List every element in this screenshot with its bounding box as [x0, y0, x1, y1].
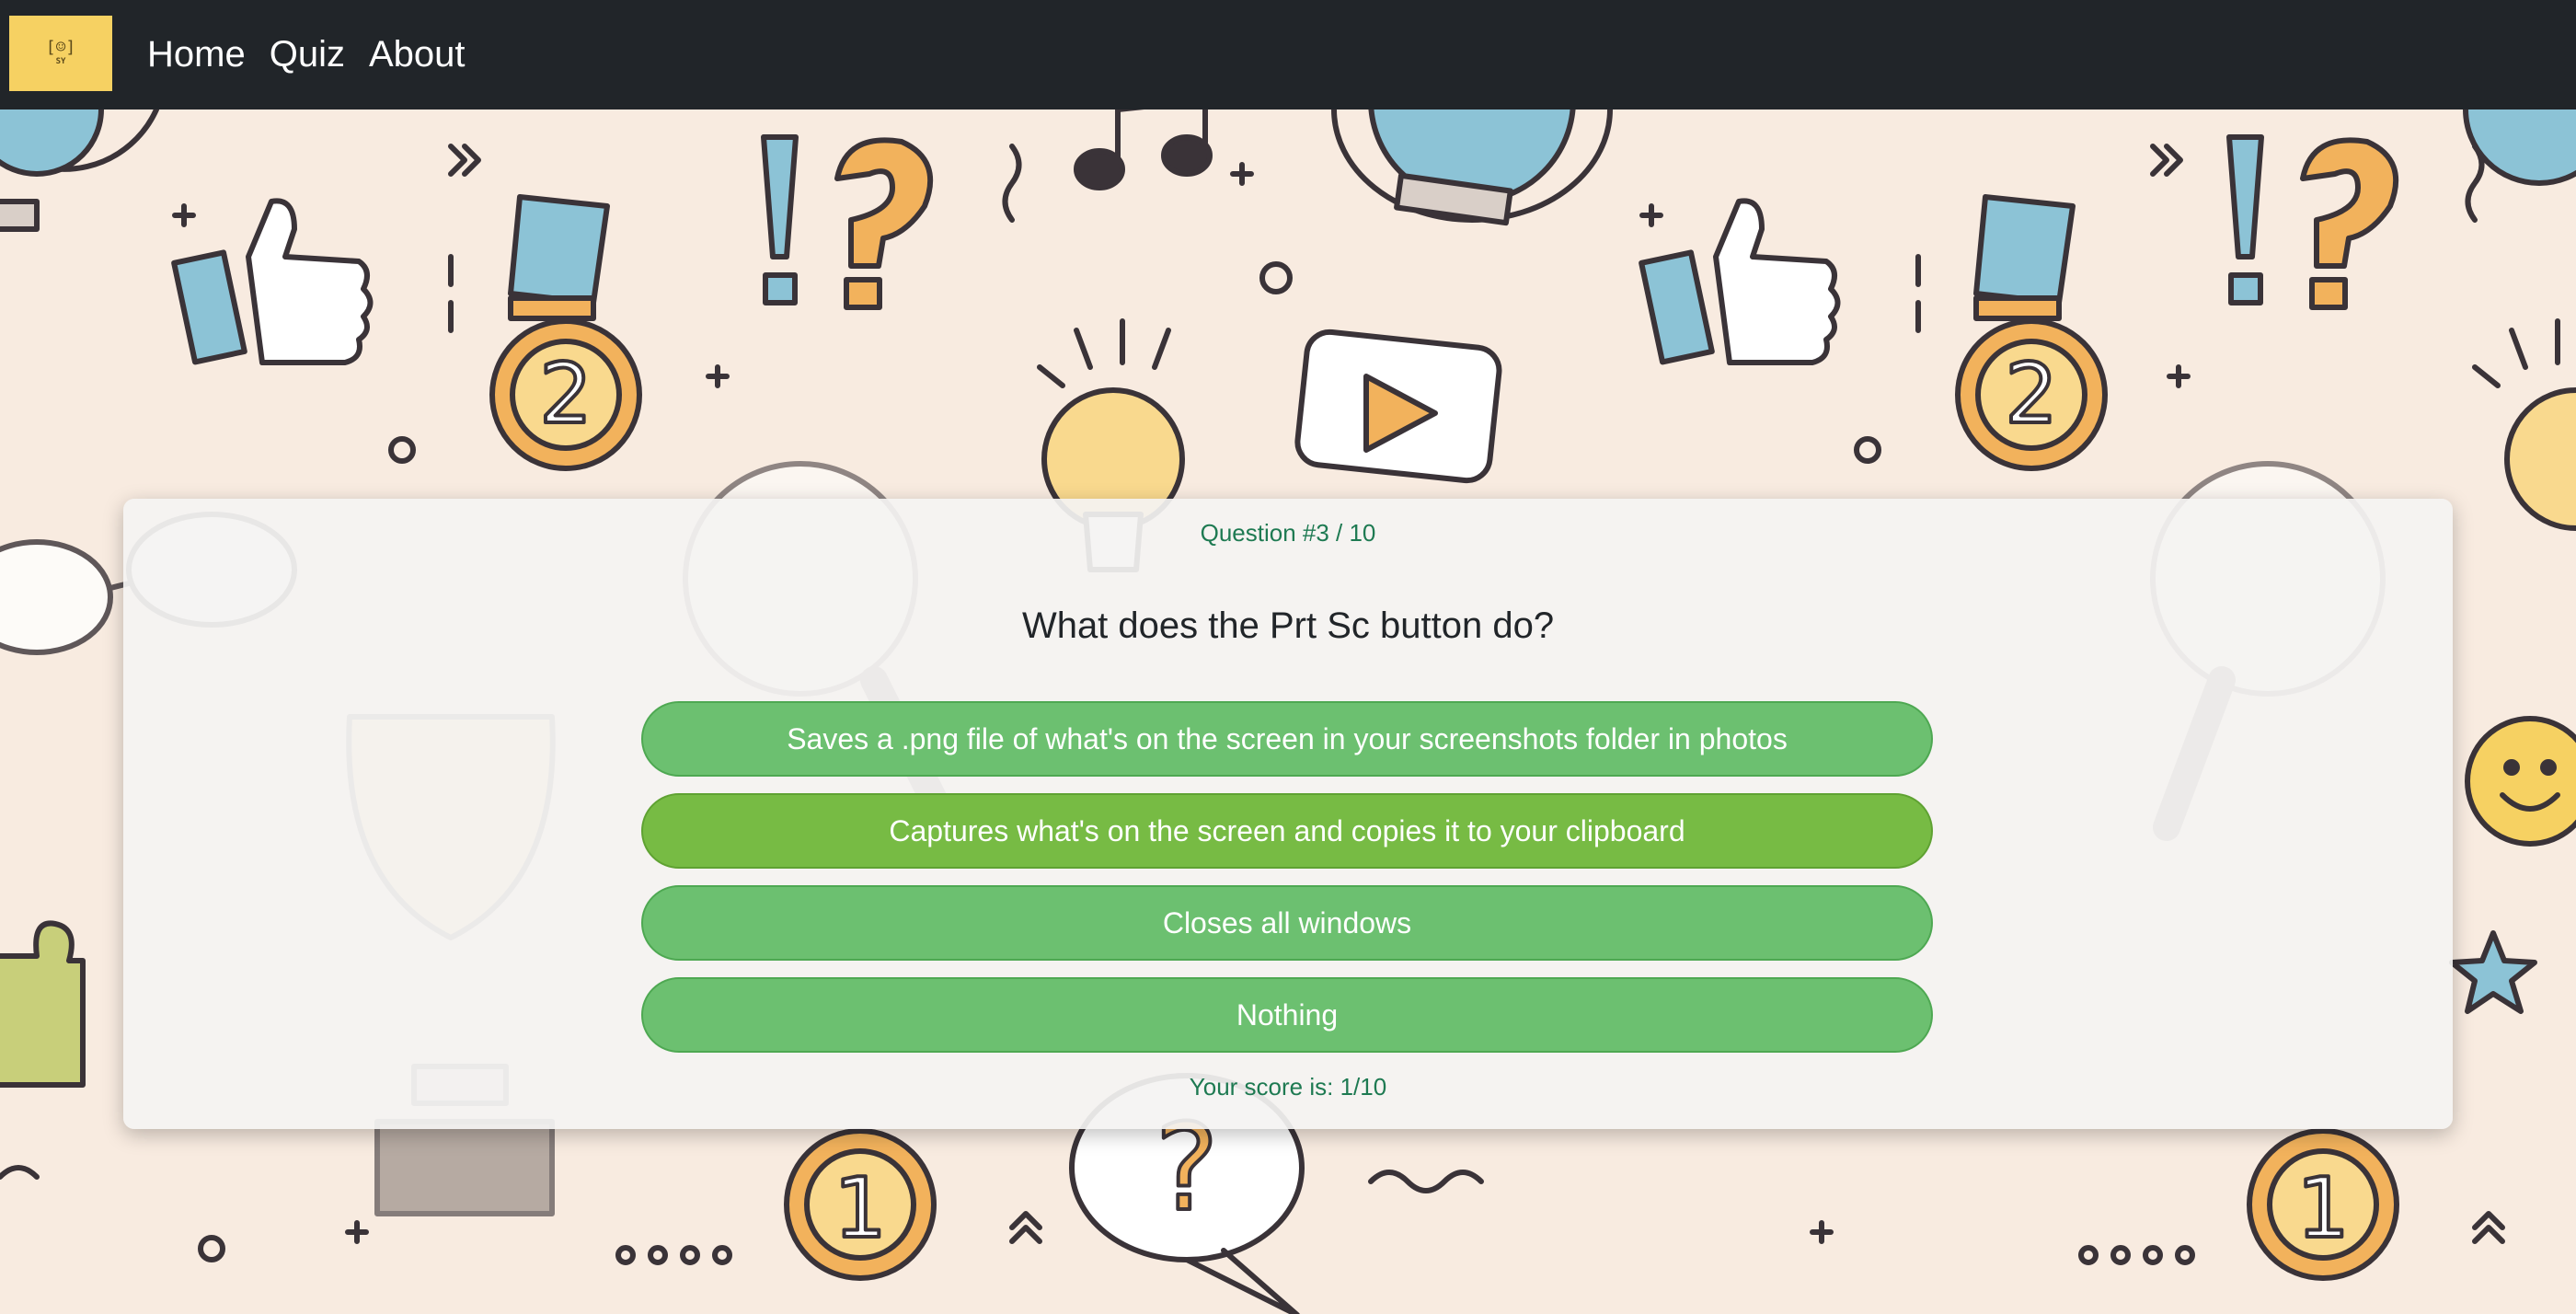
question-counter: Question #3 / 10 [1200, 519, 1376, 547]
site-logo[interactable]: [☺] SY [9, 16, 112, 91]
globe-icon [0, 110, 159, 232]
medal-icon: 1 [2247, 1128, 2399, 1281]
lightbulb-icon [2472, 318, 2576, 531]
star-icon [2449, 930, 2537, 1014]
thumbs-up-icon [171, 198, 374, 365]
answer-button-1[interactable]: Saves a .png file of what's on the scree… [641, 701, 1933, 777]
svg-text:1: 1 [834, 1160, 886, 1257]
answer-button-3[interactable]: Closes all windows [641, 885, 1933, 961]
answer-button-2[interactable]: Captures what's on the screen and copies… [641, 793, 1933, 869]
exclamation-question-icon [2226, 134, 2399, 310]
svg-text:1: 1 [2296, 1160, 2349, 1257]
svg-text:2: 2 [539, 346, 592, 443]
answer-list: Saves a .png file of what's on the scree… [641, 701, 1933, 1069]
globe-icon [1331, 110, 1613, 226]
exclamation-question-icon [761, 134, 934, 310]
quiz-card: Question #3 / 10 What does the Prt Sc bu… [123, 499, 2453, 1129]
question-text: What does the Prt Sc button do? [1021, 605, 1555, 646]
smiley-icon [2465, 716, 2576, 847]
nav-link-home[interactable]: Home [147, 34, 246, 75]
answer-button-4[interactable]: Nothing [641, 977, 1933, 1053]
navbar: [☺] SY Home Quiz About [0, 0, 2576, 110]
puzzle-icon [0, 920, 86, 1088]
thumbs-up-icon [1639, 198, 1841, 365]
play-icon [1294, 328, 1502, 484]
logo-icon: [☺] [45, 38, 76, 57]
music-note-icon [1074, 110, 1213, 190]
logo-text: SY [55, 57, 66, 66]
medal-icon: 2 [489, 194, 642, 471]
svg-text:2: 2 [2005, 346, 2057, 443]
medal-icon: 2 [1955, 194, 2108, 471]
nav-links: Home Quiz About [147, 0, 465, 110]
medal-icon: 1 [784, 1128, 937, 1281]
score-text: Your score is: 1/10 [1189, 1073, 1387, 1101]
nav-link-quiz[interactable]: Quiz [270, 34, 345, 75]
nav-link-about[interactable]: About [369, 34, 466, 75]
